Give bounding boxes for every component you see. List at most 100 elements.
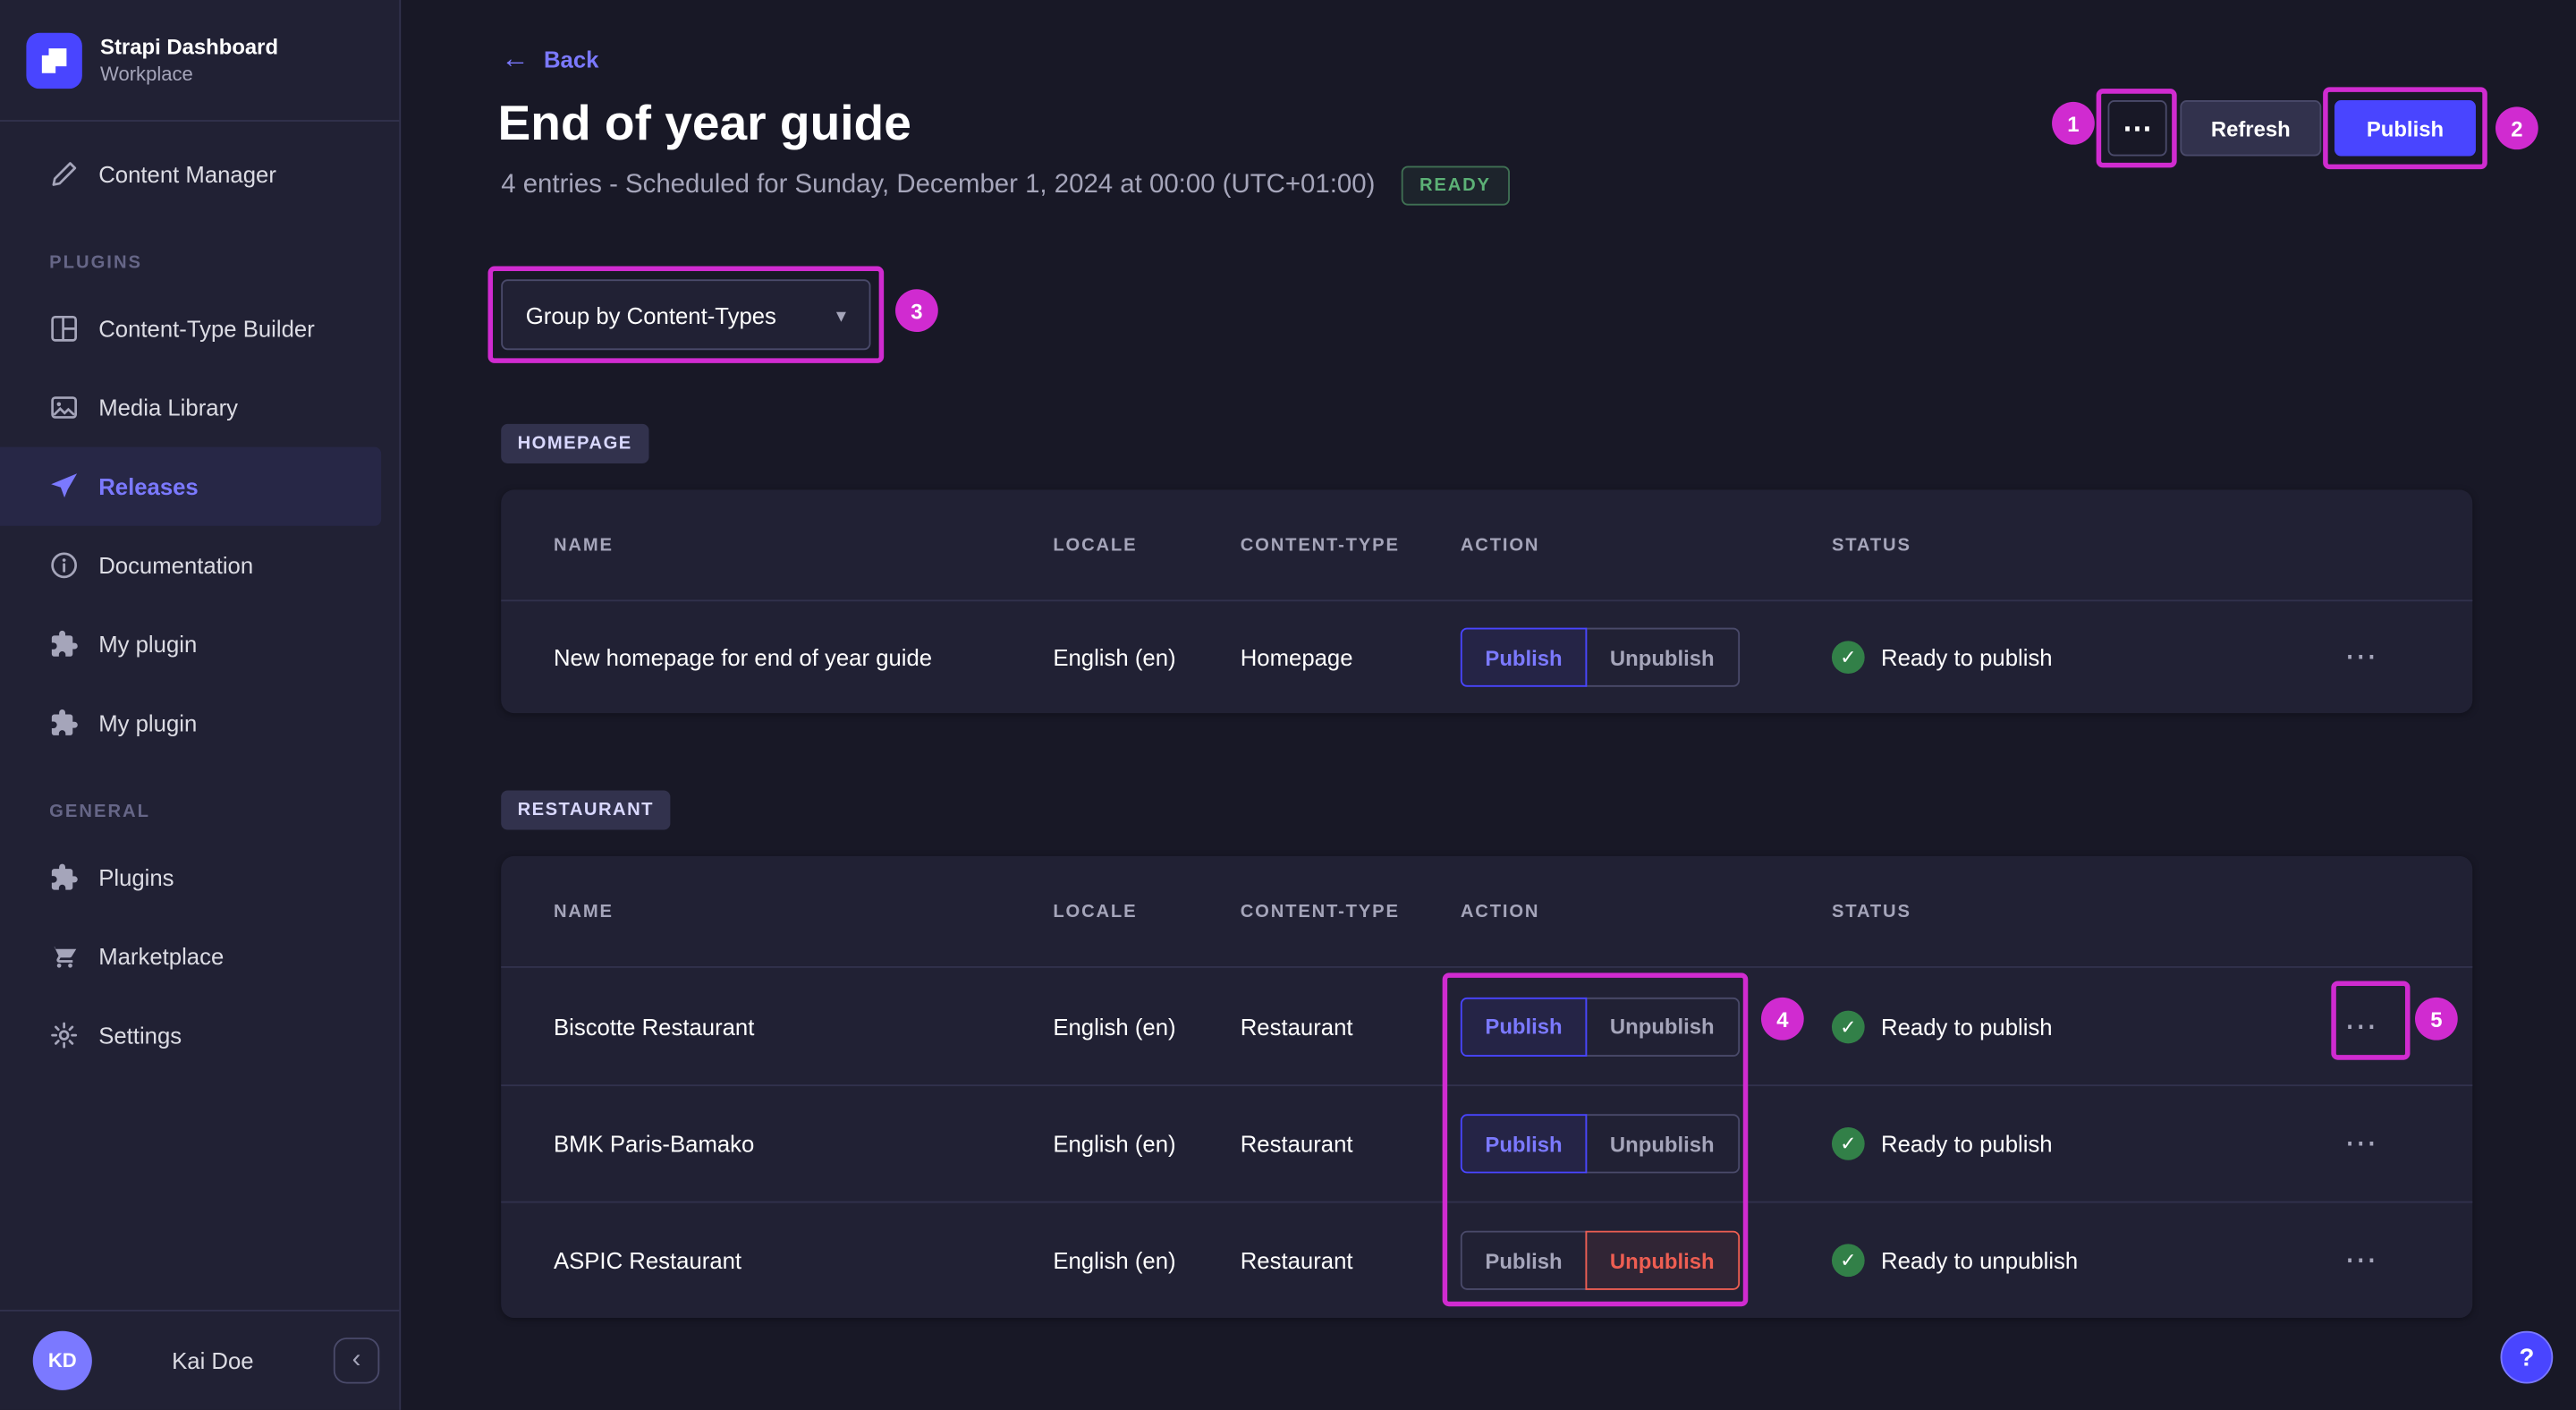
- info-icon: [51, 552, 77, 579]
- sidebar-item-settings[interactable]: Settings: [0, 996, 399, 1074]
- column-header-name: NAME: [553, 901, 614, 922]
- entry-name: Biscotte Restaurant: [553, 1013, 755, 1040]
- column-header-locale: LOCALE: [1053, 534, 1138, 555]
- entry-action-toggle: Publish Unpublish: [1460, 1114, 1832, 1174]
- page-title: End of year guide: [497, 97, 911, 151]
- entry-locale: English (en): [1053, 1130, 1176, 1158]
- user-name: Kai Doe: [172, 1347, 254, 1374]
- sidebar-item-releases[interactable]: Releases: [0, 446, 382, 526]
- sidebar-item-content-manager[interactable]: Content Manager: [0, 135, 399, 214]
- row-menu-button[interactable]: ⋯: [2338, 1237, 2384, 1283]
- unpublish-entry-button[interactable]: Unpublish: [1585, 1114, 1740, 1174]
- layout-icon: [51, 315, 77, 342]
- entry-action-toggle: Publish Unpublish: [1460, 996, 1832, 1057]
- column-header-locale: LOCALE: [1053, 901, 1138, 922]
- check-circle-icon: ✓: [1831, 641, 1865, 675]
- entry-action-toggle: Publish Unpublish: [1460, 1230, 1832, 1290]
- entry-locale: English (en): [1053, 1013, 1176, 1040]
- workspace-switcher[interactable]: Strapi Dashboard Workplace: [0, 0, 400, 122]
- annotation-marker-3: 3: [895, 289, 938, 333]
- sidebar-item-label: Content-Type Builder: [98, 315, 315, 343]
- more-icon: ⋯: [2344, 639, 2377, 675]
- row-menu-button[interactable]: ⋯: [2338, 1121, 2384, 1167]
- entry-content-type: Restaurant: [1240, 1013, 1353, 1040]
- cart-icon: [50, 946, 77, 968]
- user-area: KD Kai Doe ‹: [0, 1309, 400, 1410]
- refresh-button[interactable]: Refresh: [2180, 100, 2322, 157]
- entry-content-type: Restaurant: [1240, 1247, 1353, 1274]
- column-header-action: ACTION: [1460, 534, 1540, 555]
- sidebar-item-documentation[interactable]: Documentation: [0, 526, 399, 605]
- group-tag-restaurant: RESTAURANT: [501, 790, 671, 830]
- row-menu-button[interactable]: ⋯: [2338, 634, 2384, 680]
- pencil-icon: [52, 162, 77, 186]
- sidebar-item-label: Documentation: [98, 552, 254, 579]
- sidebar-item-label: Content Manager: [98, 160, 276, 188]
- annotation-marker-1: 1: [2052, 101, 2095, 145]
- sidebar-item-label: Plugins: [98, 864, 174, 891]
- sidebar-item-label: My plugin: [98, 709, 198, 736]
- back-link[interactable]: ← Back: [501, 45, 598, 72]
- sidebar-item-content-type-builder[interactable]: Content-Type Builder: [0, 289, 399, 368]
- entry-menu: ⋯: [2301, 634, 2419, 680]
- release-meta: 4 entries - Scheduled for Sunday, Decemb…: [501, 165, 1510, 208]
- image-icon: [51, 396, 77, 419]
- table-header: NAME LOCALE CONTENT-TYPE ACTION STATUS: [501, 856, 2473, 968]
- release-more-button[interactable]: ⋯: [2107, 100, 2167, 157]
- group-by-select[interactable]: Group by Content-Types ▾: [501, 279, 871, 351]
- entry-name: BMK Paris-Bamako: [553, 1130, 755, 1158]
- sidebar-item-label: Settings: [98, 1022, 182, 1049]
- help-button[interactable]: ?: [2500, 1330, 2554, 1384]
- unpublish-entry-button[interactable]: Unpublish: [1585, 627, 1740, 687]
- unpublish-entry-button[interactable]: Unpublish: [1585, 1230, 1740, 1290]
- check-circle-icon: ✓: [1831, 1126, 1865, 1160]
- more-icon: ⋯: [2344, 1242, 2377, 1278]
- sidebar-item-plugins[interactable]: Plugins: [0, 838, 399, 917]
- publish-entry-button[interactable]: Publish: [1460, 1114, 1588, 1174]
- entry-status: ✓ Ready to publish: [1831, 641, 2301, 675]
- sidebar-item-label: Marketplace: [98, 943, 225, 970]
- app-root: Strapi Dashboard Workplace Content Manag…: [0, 0, 2576, 1410]
- avatar[interactable]: KD: [32, 1330, 92, 1390]
- sidebar-section-plugins: PLUGINS: [49, 252, 143, 273]
- sidebar-item-my-plugin-2[interactable]: My plugin: [0, 684, 399, 762]
- column-header-action: ACTION: [1460, 901, 1540, 922]
- unpublish-entry-button[interactable]: Unpublish: [1585, 996, 1740, 1057]
- publish-entry-button[interactable]: Publish: [1460, 1230, 1588, 1290]
- column-header-status: STATUS: [1831, 901, 1911, 922]
- entry-locale: English (en): [1053, 1247, 1176, 1274]
- release-group-restaurant: NAME LOCALE CONTENT-TYPE ACTION STATUS B…: [501, 855, 2473, 1319]
- group-by-value: Group by Content-Types: [525, 302, 776, 328]
- publish-entry-button[interactable]: Publish: [1460, 996, 1588, 1057]
- table-row: New homepage for end of year guide Engli…: [501, 601, 2472, 713]
- chevron-left-icon: ‹: [352, 1346, 361, 1374]
- more-icon: ⋯: [2123, 110, 2153, 144]
- sidebar-item-label: My plugin: [98, 631, 198, 658]
- sidebar-section-general: GENERAL: [49, 802, 151, 822]
- entry-content-type: Restaurant: [1240, 1130, 1353, 1158]
- publish-release-button[interactable]: Publish: [2334, 100, 2476, 157]
- sidebar-item-marketplace[interactable]: Marketplace: [0, 917, 399, 996]
- entry-status: ✓ Ready to publish: [1831, 1009, 2301, 1043]
- chevron-down-icon: ▾: [835, 302, 846, 327]
- more-icon: ⋯: [2344, 1007, 2377, 1045]
- publish-entry-button[interactable]: Publish: [1460, 627, 1588, 687]
- row-menu-button[interactable]: ⋯: [2338, 1003, 2384, 1049]
- group-tag-homepage: HOMEPAGE: [501, 423, 649, 463]
- table-header: NAME LOCALE CONTENT-TYPE ACTION STATUS: [501, 489, 2473, 602]
- puzzle-icon: [51, 709, 78, 735]
- annotation-marker-2: 2: [2495, 106, 2538, 150]
- table-row: Biscotte Restaurant English (en) Restaur…: [501, 968, 2472, 1084]
- sidebar: Strapi Dashboard Workplace Content Manag…: [0, 0, 402, 1410]
- entry-menu: ⋯: [2301, 1003, 2419, 1049]
- entry-name: New homepage for end of year guide: [553, 643, 933, 671]
- workspace-labels: Strapi Dashboard Workplace: [100, 33, 278, 88]
- workspace-title: Strapi Dashboard: [100, 34, 279, 60]
- collapse-sidebar-button[interactable]: ‹: [333, 1338, 380, 1384]
- sidebar-item-my-plugin-1[interactable]: My plugin: [0, 605, 399, 684]
- sidebar-item-media-library[interactable]: Media Library: [0, 368, 399, 446]
- status-badge: READY: [1401, 166, 1510, 206]
- column-header-name: NAME: [553, 534, 614, 555]
- status-text: Ready to publish: [1881, 1130, 2053, 1158]
- more-icon: ⋯: [2344, 1125, 2377, 1162]
